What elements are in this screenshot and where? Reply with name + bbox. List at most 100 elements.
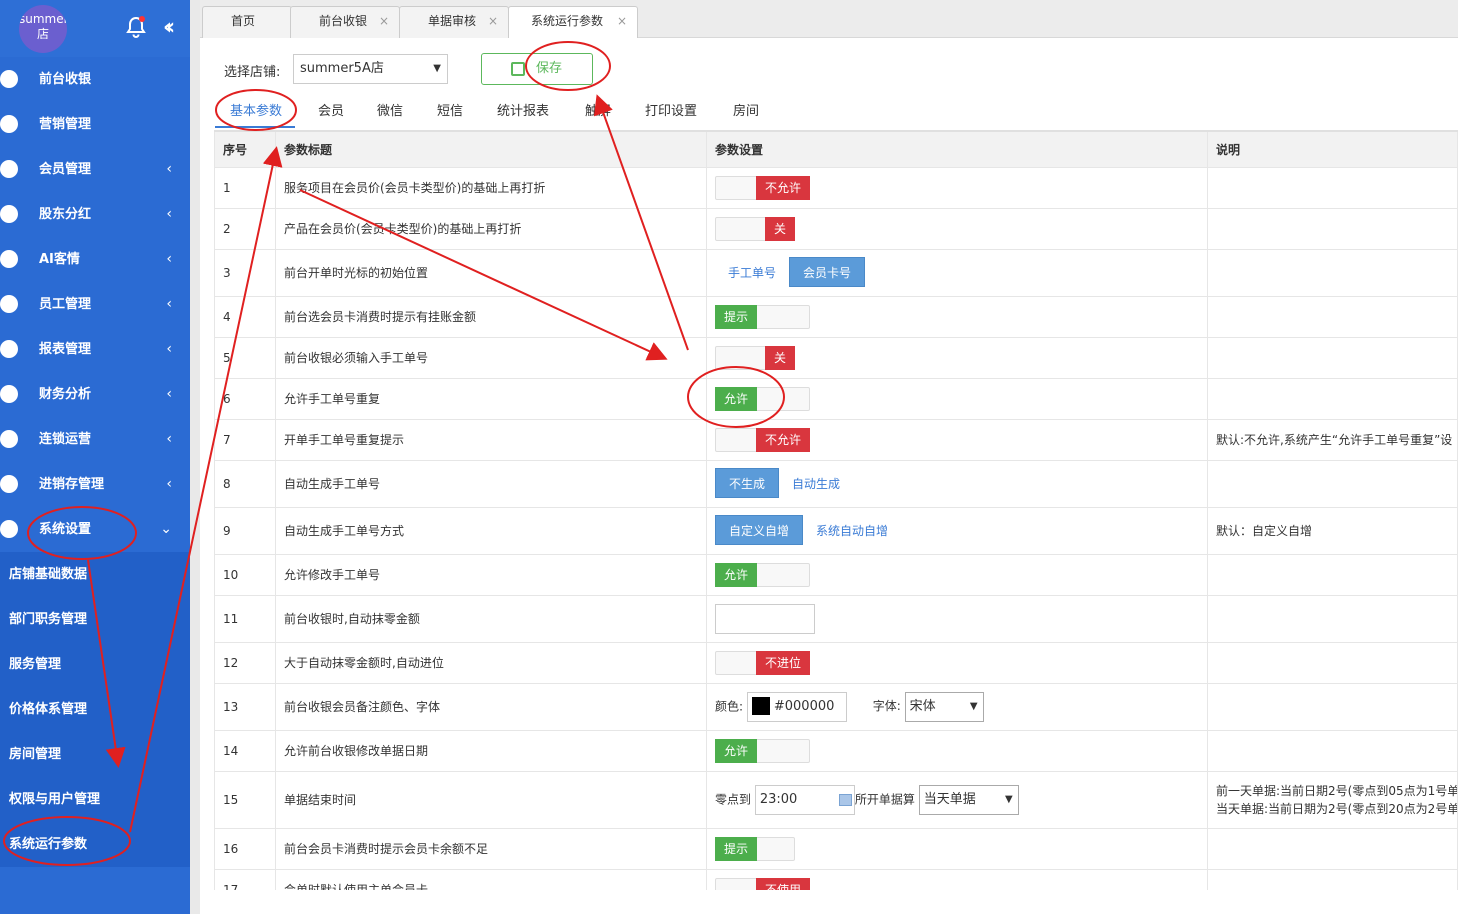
sidebar-subitem-store-data[interactable]: 店铺基础数据 [0,552,190,597]
sidebar-item-ai[interactable]: AI客情 ‹ [0,237,190,282]
row-setting: 不允许 [706,418,1208,461]
option-manual-no[interactable]: 手工单号 [715,258,789,288]
row-title: 开单手工单号重复提示 [275,418,707,461]
row-title: 产品在会员价(会员卡类型价)的基础上再打折 [275,207,707,250]
option-no-generate[interactable]: 不生成 [715,468,780,498]
toggle-switch[interactable]: 不允许 [715,427,810,452]
option-custom-increment[interactable]: 自定义自增 [715,515,804,545]
row-setting: 不进位 [706,641,1208,684]
sidebar-item-label: 进销存管理 [39,477,105,492]
close-icon[interactable]: × [488,7,498,35]
save-button[interactable]: 保存 [481,53,593,85]
color-picker[interactable]: #000000 [746,691,847,722]
row-note: 前一天单据:当前日期2号(零点到05点为1号单据 当天单据:当前日期为2号(零点到… [1207,770,1458,829]
row-title: 大于自动抹零金额时,自动进位 [275,641,707,684]
param-tab-touch[interactable]: 触屏 [585,100,611,119]
tab-home[interactable]: 首页 [202,6,292,38]
row-note [1207,295,1458,338]
notification-dot [139,16,145,22]
close-icon[interactable]: × [379,7,389,35]
sidebar-subitem-rooms[interactable]: 房间管理 [0,732,190,777]
toggle-switch[interactable]: 允许 [715,562,810,587]
sidebar-item-label: 财务分析 [39,387,92,402]
sidebar-item-settings[interactable]: 系统设置 ⌄ [0,507,190,552]
calendar-icon[interactable] [838,793,852,806]
table-row: 16 前台会员卡消费时提示会员卡余额不足 提示 [214,827,1458,870]
sidebar-item-staff[interactable]: 员工管理 ‹ [0,282,190,327]
chevron-left-icon: ‹ [166,386,172,402]
row-note [1207,594,1458,643]
sidebar-item-label: 股东分红 [39,207,92,222]
belong-label: 所开单据算 [854,792,915,806]
collapse-sidebar-icon[interactable]: ‹‹ [163,15,175,40]
store-label: 选择店铺: [224,65,281,80]
table-row: 3 前台开单时光标的初始位置 手工单号 会员卡号 [214,248,1458,297]
toggle-switch[interactable]: 关 [715,345,795,370]
sidebar-item-dividends[interactable]: 股东分红 ‹ [0,192,190,237]
caret-down-icon: ▼ [969,700,978,712]
sidebar-item-reports[interactable]: 报表管理 ‹ [0,327,190,372]
avatar[interactable]: summer5A店 [19,5,67,53]
sidebar-item-finance[interactable]: 财务分析 ‹ [0,372,190,417]
toggle-switch[interactable]: 不允许 [715,175,810,200]
param-tab-member[interactable]: 会员 [318,100,344,119]
sidebar-subitem-departments[interactable]: 部门职务管理 [0,597,190,642]
option-system-increment[interactable]: 系统自动自增 [803,516,901,546]
tab-doc-review[interactable]: 单据审核 × [399,6,509,38]
sidebar-subitem-services[interactable]: 服务管理 [0,642,190,687]
tab-cashier[interactable]: 前台收银 × [290,6,400,38]
sidebar-item-label: 前台收银 [39,72,92,87]
row-note [1207,166,1458,209]
param-tab-basic[interactable]: 基本参数 [230,100,282,119]
caret-down-icon: ▼ [433,63,441,74]
sidebar-item-inventory[interactable]: 进销存管理 ‹ [0,462,190,507]
row-note [1207,827,1458,870]
end-time-input[interactable]: 23:00 [754,784,855,815]
tab-runtime-params[interactable]: 系统运行参数 × [508,6,638,38]
param-tab-room[interactable]: 房间 [733,100,759,119]
toggle-switch[interactable]: 提示 [715,836,795,861]
home-icon [0,475,18,493]
sidebar-subitem-runtime-params[interactable]: 系统运行参数 [0,822,190,867]
row-setting: 提示 [706,827,1208,870]
hand-money-icon [0,205,18,223]
store-select[interactable]: summer5A店 ▼ [293,54,448,84]
row-no: 5 [214,336,276,379]
option-card-no[interactable]: 会员卡号 [789,257,866,287]
bell-icon[interactable] [126,16,146,38]
toggle-switch[interactable]: 关 [715,216,795,241]
diamond-icon [0,160,18,178]
round-amount-input[interactable] [715,603,815,634]
param-tab-print[interactable]: 打印设置 [645,100,697,119]
toggle-switch[interactable]: 允许 [715,386,810,411]
toggle-switch[interactable]: 允许 [715,738,810,763]
belong-select[interactable]: 当天单据 ▼ [918,784,1019,815]
toggle-switch[interactable]: 不进位 [715,650,810,675]
sidebar-item-marketing[interactable]: 营销管理 [0,102,190,147]
sidebar-divider [190,0,200,914]
close-icon[interactable]: × [617,7,627,35]
sidebar-subitem-pricing[interactable]: 价格体系管理 [0,687,190,732]
user-search-icon [0,250,18,268]
param-tab-wechat[interactable]: 微信 [377,100,403,119]
sidebar-item-chain[interactable]: 连锁运营 ‹ [0,417,190,462]
toggle-label: 允许 [715,386,758,411]
option-auto-generate[interactable]: 自动生成 [779,469,853,499]
sidebar-item-cashier[interactable]: 前台收银 [0,57,190,102]
sidebar-subitem-permissions[interactable]: 权限与用户管理 [0,777,190,822]
row-note: 默认:不允许,系统产生“允许手工单号重复”设 [1207,418,1458,461]
row-setting: 允许 [706,553,1208,596]
sidebar-item-members[interactable]: 会员管理 ‹ [0,147,190,192]
param-tab-sms[interactable]: 短信 [437,100,463,119]
chevron-left-icon: ‹ [166,161,172,177]
sidebar-item-label: 系统设置 [39,522,92,537]
row-no: 7 [214,418,276,461]
row-no: 16 [214,827,276,870]
font-select[interactable]: 宋体 ▼ [904,691,984,722]
sidebar-item-label: 报表管理 [39,342,92,357]
toggle-switch[interactable]: 提示 [715,304,810,329]
chevron-down-icon: ⌄ [160,521,172,537]
param-tab-reports[interactable]: 统计报表 [497,100,549,119]
table-row: 2 产品在会员价(会员卡类型价)的基础上再打折 关 [214,207,1458,250]
table-row: 8 自动生成手工单号 不生成 自动生成 [214,459,1458,508]
